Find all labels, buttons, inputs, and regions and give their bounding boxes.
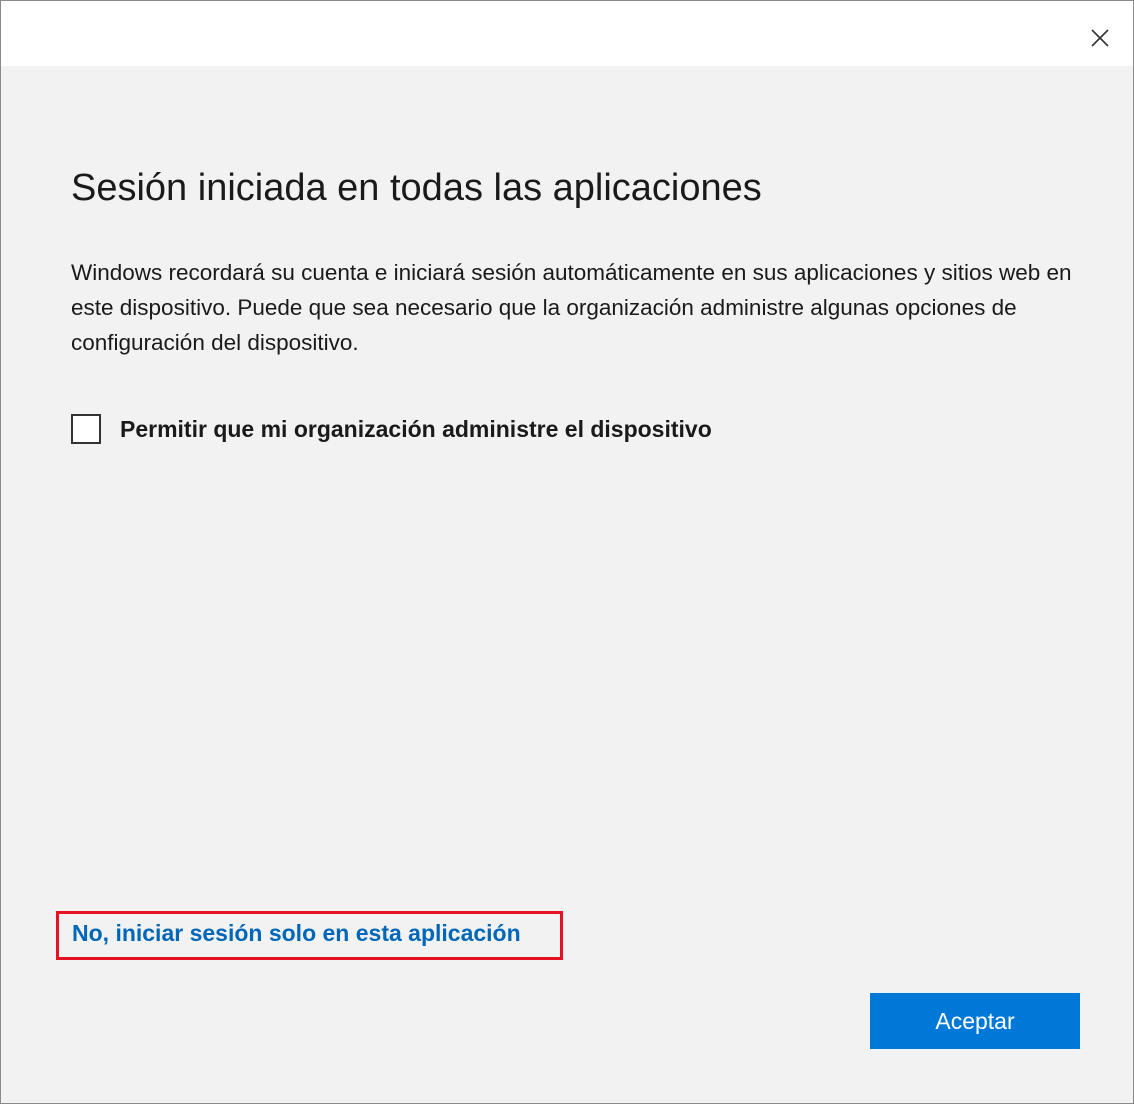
manage-device-checkbox[interactable] [71,414,101,444]
sign-in-dialog: Sesión iniciada en todas las aplicacione… [0,0,1134,1104]
manage-device-checkbox-label[interactable]: Permitir que mi organización administre … [120,416,712,443]
sign-in-this-app-only-link[interactable]: No, iniciar sesión solo en esta aplicaci… [72,920,521,947]
dialog-description: Windows recordará su cuenta e iniciará s… [71,260,1072,355]
accept-button[interactable]: Aceptar [870,993,1080,1049]
dialog-heading: Sesión iniciada en todas las aplicacione… [71,167,762,209]
title-bar [1,1,1133,66]
close-button[interactable] [1079,17,1121,59]
close-icon [1091,29,1109,47]
manage-device-checkbox-row[interactable]: Permitir que mi organización administre … [71,414,712,444]
